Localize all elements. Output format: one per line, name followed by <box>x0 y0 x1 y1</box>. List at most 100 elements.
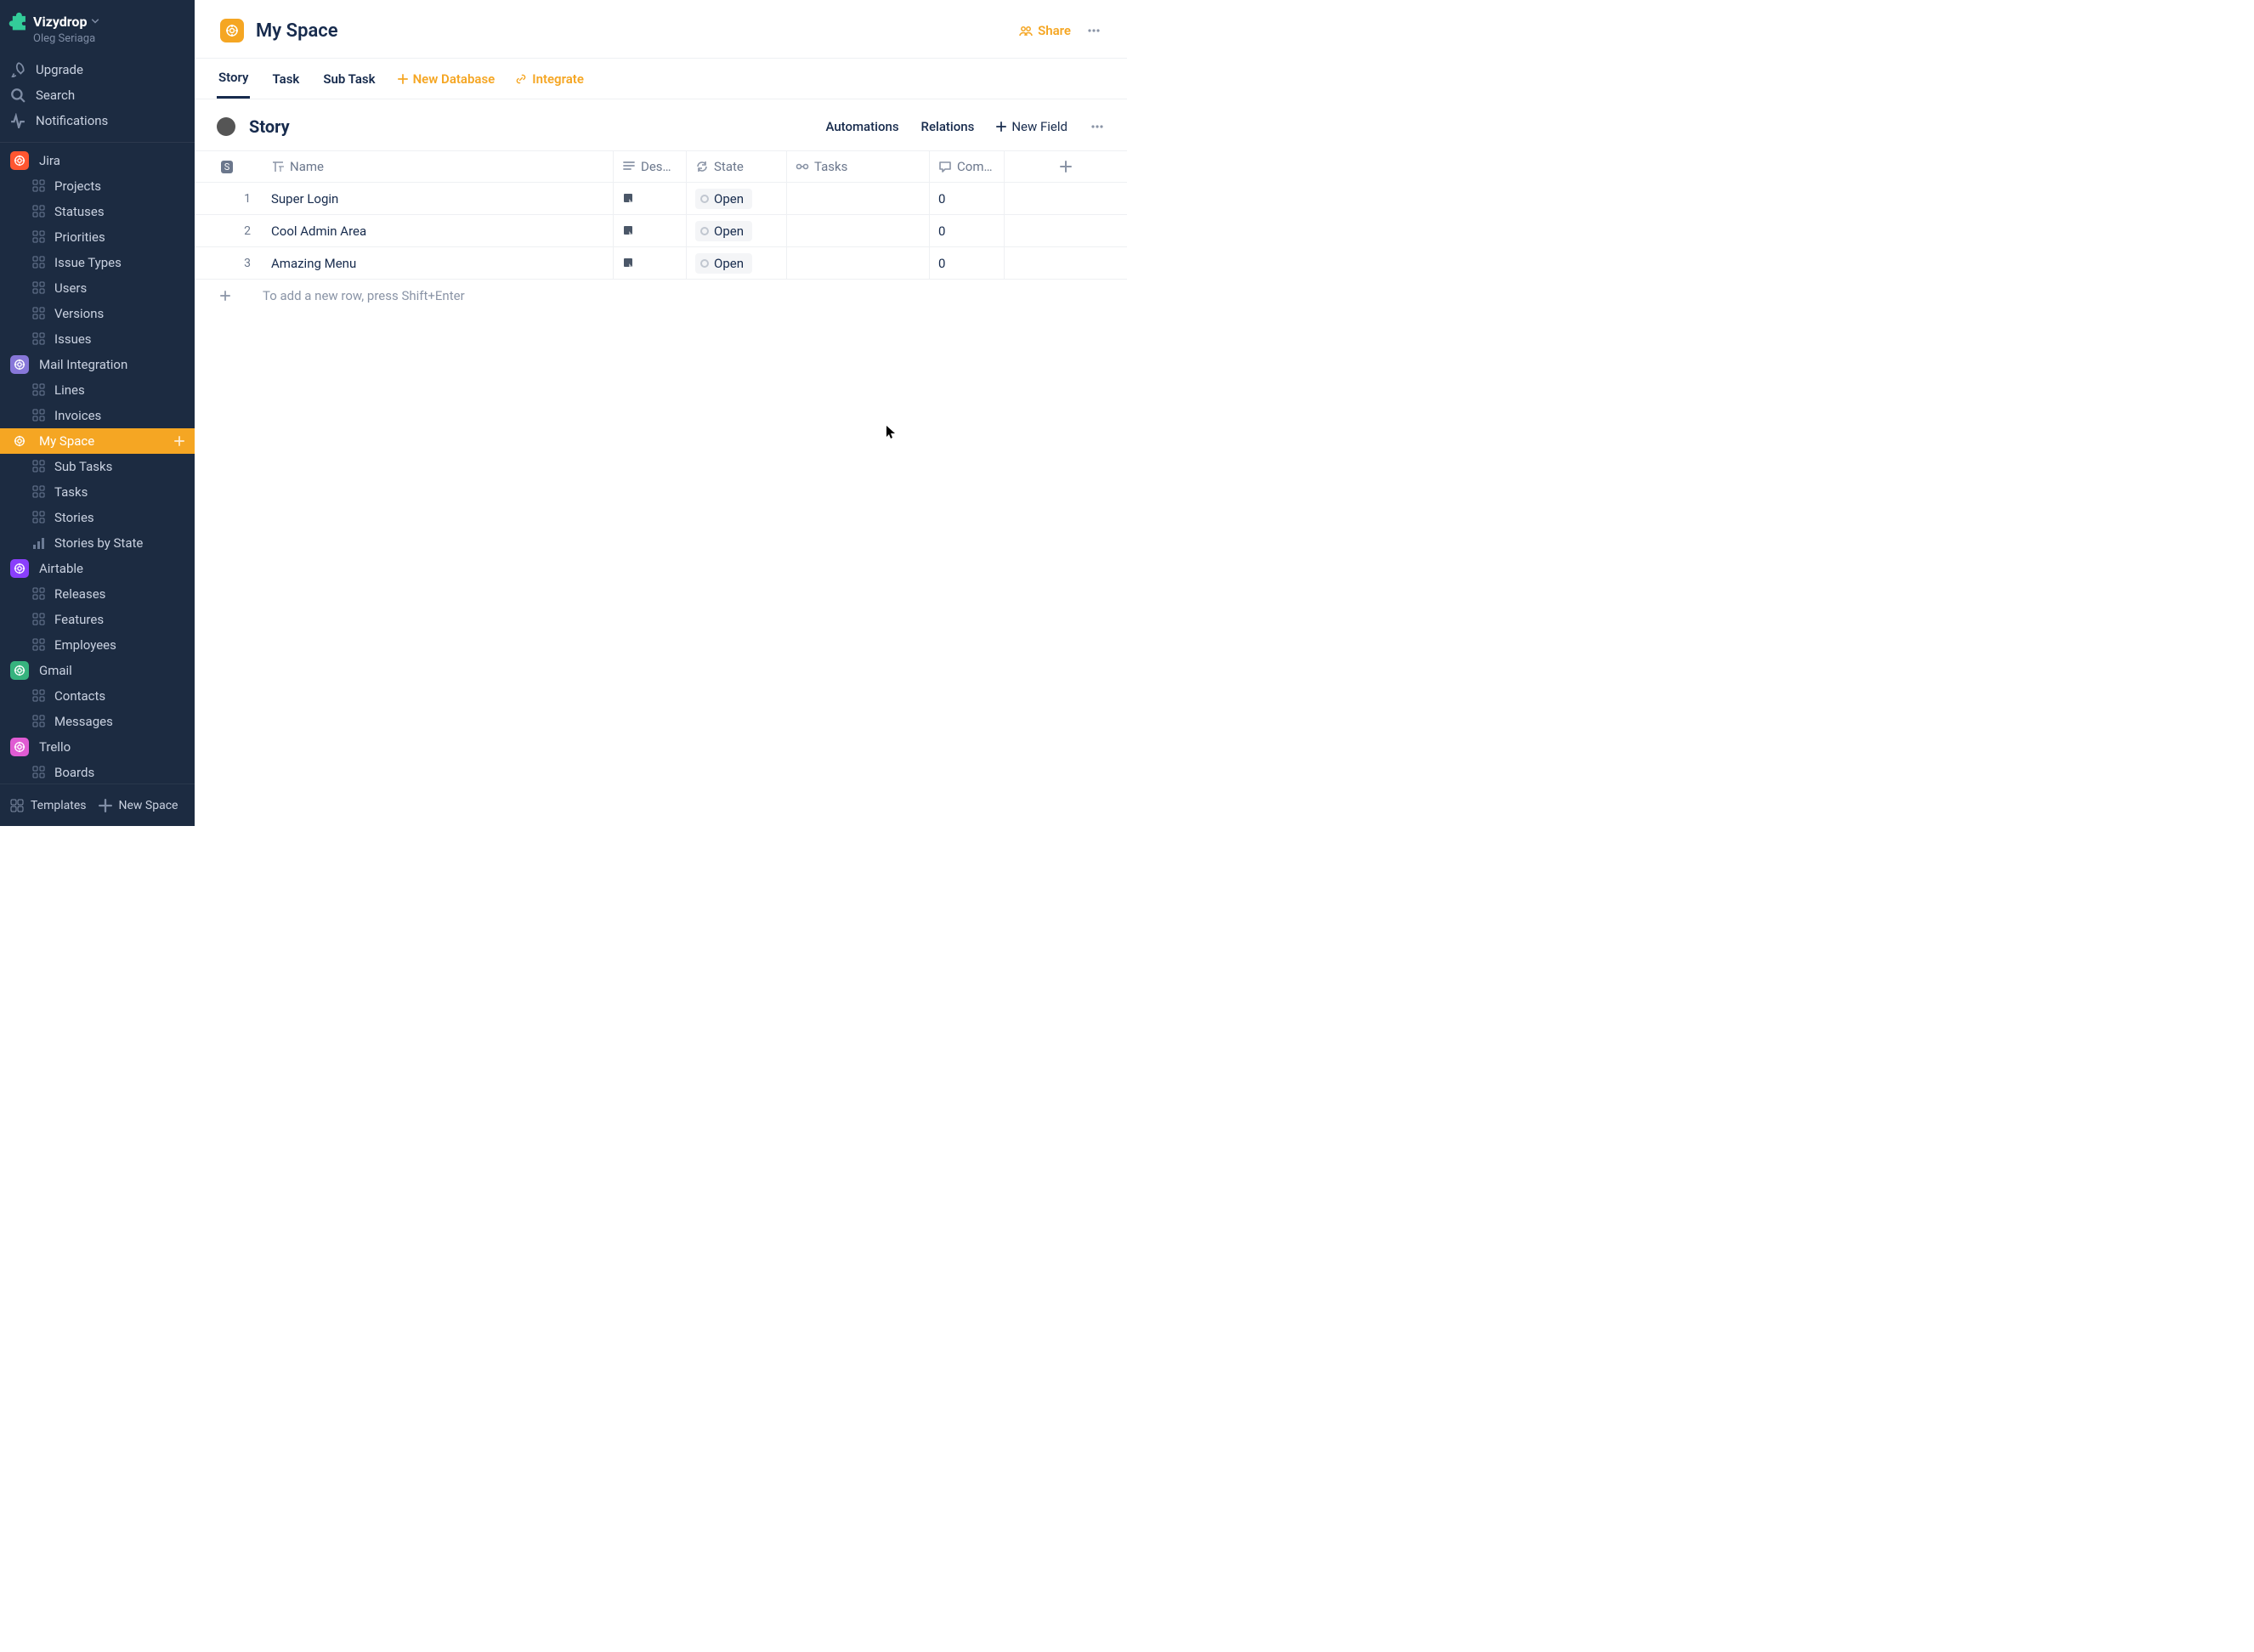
space-child[interactable]: Statuses <box>0 199 195 224</box>
space-mail[interactable]: Mail Integration <box>0 352 195 377</box>
workspace-user: Oleg Seriaga <box>0 32 195 45</box>
col-description[interactable]: Descri... <box>614 151 687 182</box>
comment-icon <box>938 160 952 173</box>
space-trello[interactable]: Trello <box>0 734 195 760</box>
space-child[interactable]: Stories by State <box>0 530 195 556</box>
space-airtable[interactable]: Airtable <box>0 556 195 581</box>
new-field-button[interactable]: New Field <box>996 119 1068 134</box>
col-state[interactable]: State <box>687 151 787 182</box>
space-label: Gmail <box>39 663 72 678</box>
nav-upgrade-label: Upgrade <box>36 62 83 77</box>
space-child[interactable]: Boards <box>0 760 195 784</box>
space-child-label: Boards <box>54 765 94 780</box>
space-child[interactable]: Sub Tasks <box>0 454 195 479</box>
app-logo-icon <box>8 12 27 31</box>
new-database-button[interactable]: New Database <box>398 71 496 87</box>
col-select[interactable]: S <box>195 151 263 182</box>
space-child-label: Issue Types <box>54 255 122 270</box>
relations-button[interactable]: Relations <box>921 119 975 134</box>
space-gmail[interactable]: Gmail <box>0 658 195 683</box>
row-index: 2 <box>195 215 263 246</box>
cell-state[interactable]: Open <box>687 215 787 246</box>
space-label: Mail Integration <box>39 357 127 372</box>
relation-icon <box>796 160 809 173</box>
add-row[interactable]: To add a new row, press Shift+Enter <box>195 280 1127 312</box>
space-badge-icon <box>10 355 29 374</box>
cell-tasks[interactable] <box>787 215 930 246</box>
col-tasks[interactable]: Tasks <box>787 151 930 182</box>
space-child[interactable]: Features <box>0 607 195 632</box>
page-more-button[interactable] <box>1086 24 1102 37</box>
cell-description[interactable] <box>614 247 687 279</box>
space-badge-icon <box>10 661 29 680</box>
cell-name[interactable]: Amazing Menu <box>263 247 614 279</box>
space-child[interactable]: Issues <box>0 326 195 352</box>
plus-icon[interactable] <box>174 436 184 446</box>
space-child[interactable]: Messages <box>0 709 195 734</box>
space-child[interactable]: Contacts <box>0 683 195 709</box>
nav-notifications[interactable]: Notifications <box>0 108 195 133</box>
tab-story[interactable]: Story <box>217 59 250 99</box>
space-myspace[interactable]: My Space <box>0 428 195 454</box>
cell-comments[interactable]: 0 <box>930 215 1005 246</box>
space-child-label: Invoices <box>54 408 101 423</box>
footer-new-space[interactable]: New Space <box>99 799 178 812</box>
search-icon <box>10 88 25 103</box>
tab-label: Sub Task <box>323 71 375 87</box>
share-button[interactable]: Share <box>1018 23 1071 38</box>
note-icon <box>622 257 636 270</box>
tab-subtask[interactable]: Sub Task <box>321 59 377 99</box>
space-child[interactable]: Employees <box>0 632 195 658</box>
cell-name[interactable]: Super Login <box>263 183 614 214</box>
grid-icon <box>32 460 46 473</box>
database-title[interactable]: Story <box>249 116 290 137</box>
workspace-switcher[interactable]: Vizydrop <box>0 0 195 34</box>
space-child[interactable]: Projects <box>0 173 195 199</box>
cell-name[interactable]: Cool Admin Area <box>263 215 614 246</box>
note-icon <box>622 192 636 206</box>
page-title: My Space <box>256 20 338 42</box>
cell-state[interactable]: Open <box>687 183 787 214</box>
page-header: My Space Share <box>195 0 1127 59</box>
table-row[interactable]: 2Cool Admin Area Open 0 <box>195 215 1127 247</box>
tab-task[interactable]: Task <box>270 59 301 99</box>
col-name[interactable]: Name <box>263 151 614 182</box>
space-child[interactable]: Stories <box>0 505 195 530</box>
table-row[interactable]: 1Super Login Open 0 <box>195 183 1127 215</box>
integrate-button[interactable]: Integrate <box>515 71 584 87</box>
space-child-label: Lines <box>54 382 85 398</box>
automations-button[interactable]: Automations <box>825 119 898 134</box>
share-label: Share <box>1038 23 1071 38</box>
footer-templates[interactable]: Templates <box>10 799 87 812</box>
cell-tasks[interactable] <box>787 247 930 279</box>
col-label: Comm... <box>957 159 995 174</box>
row-index: 1 <box>195 183 263 214</box>
col-comments[interactable]: Comm... <box>930 151 1005 182</box>
space-child[interactable]: Versions <box>0 301 195 326</box>
space-child[interactable]: Tasks <box>0 479 195 505</box>
space-child[interactable]: Issue Types <box>0 250 195 275</box>
nav-upgrade[interactable]: Upgrade <box>0 57 195 82</box>
cell-comments[interactable]: 0 <box>930 183 1005 214</box>
cell-tasks[interactable] <box>787 183 930 214</box>
cell-description[interactable] <box>614 183 687 214</box>
cell-state[interactable]: Open <box>687 247 787 279</box>
add-column-button[interactable] <box>1005 151 1127 182</box>
cell-comments[interactable]: 0 <box>930 247 1005 279</box>
cell-description[interactable] <box>614 215 687 246</box>
col-label: Name <box>290 159 324 174</box>
database-color-dot[interactable] <box>217 117 235 136</box>
sidebar-footer: Templates New Space <box>0 784 195 826</box>
space-child[interactable]: Lines <box>0 377 195 403</box>
space-child[interactable]: Releases <box>0 581 195 607</box>
space-child[interactable]: Priorities <box>0 224 195 250</box>
space-child[interactable]: Invoices <box>0 403 195 428</box>
space-jira[interactable]: Jira <box>0 148 195 173</box>
space-child[interactable]: Users <box>0 275 195 301</box>
plus-icon <box>996 122 1006 132</box>
database-more-button[interactable] <box>1090 120 1105 133</box>
table-row[interactable]: 3Amazing MenuOpen0 <box>195 247 1127 280</box>
new-database-label: New Database <box>413 71 496 87</box>
templates-icon <box>10 799 24 812</box>
nav-search[interactable]: Search <box>0 82 195 108</box>
